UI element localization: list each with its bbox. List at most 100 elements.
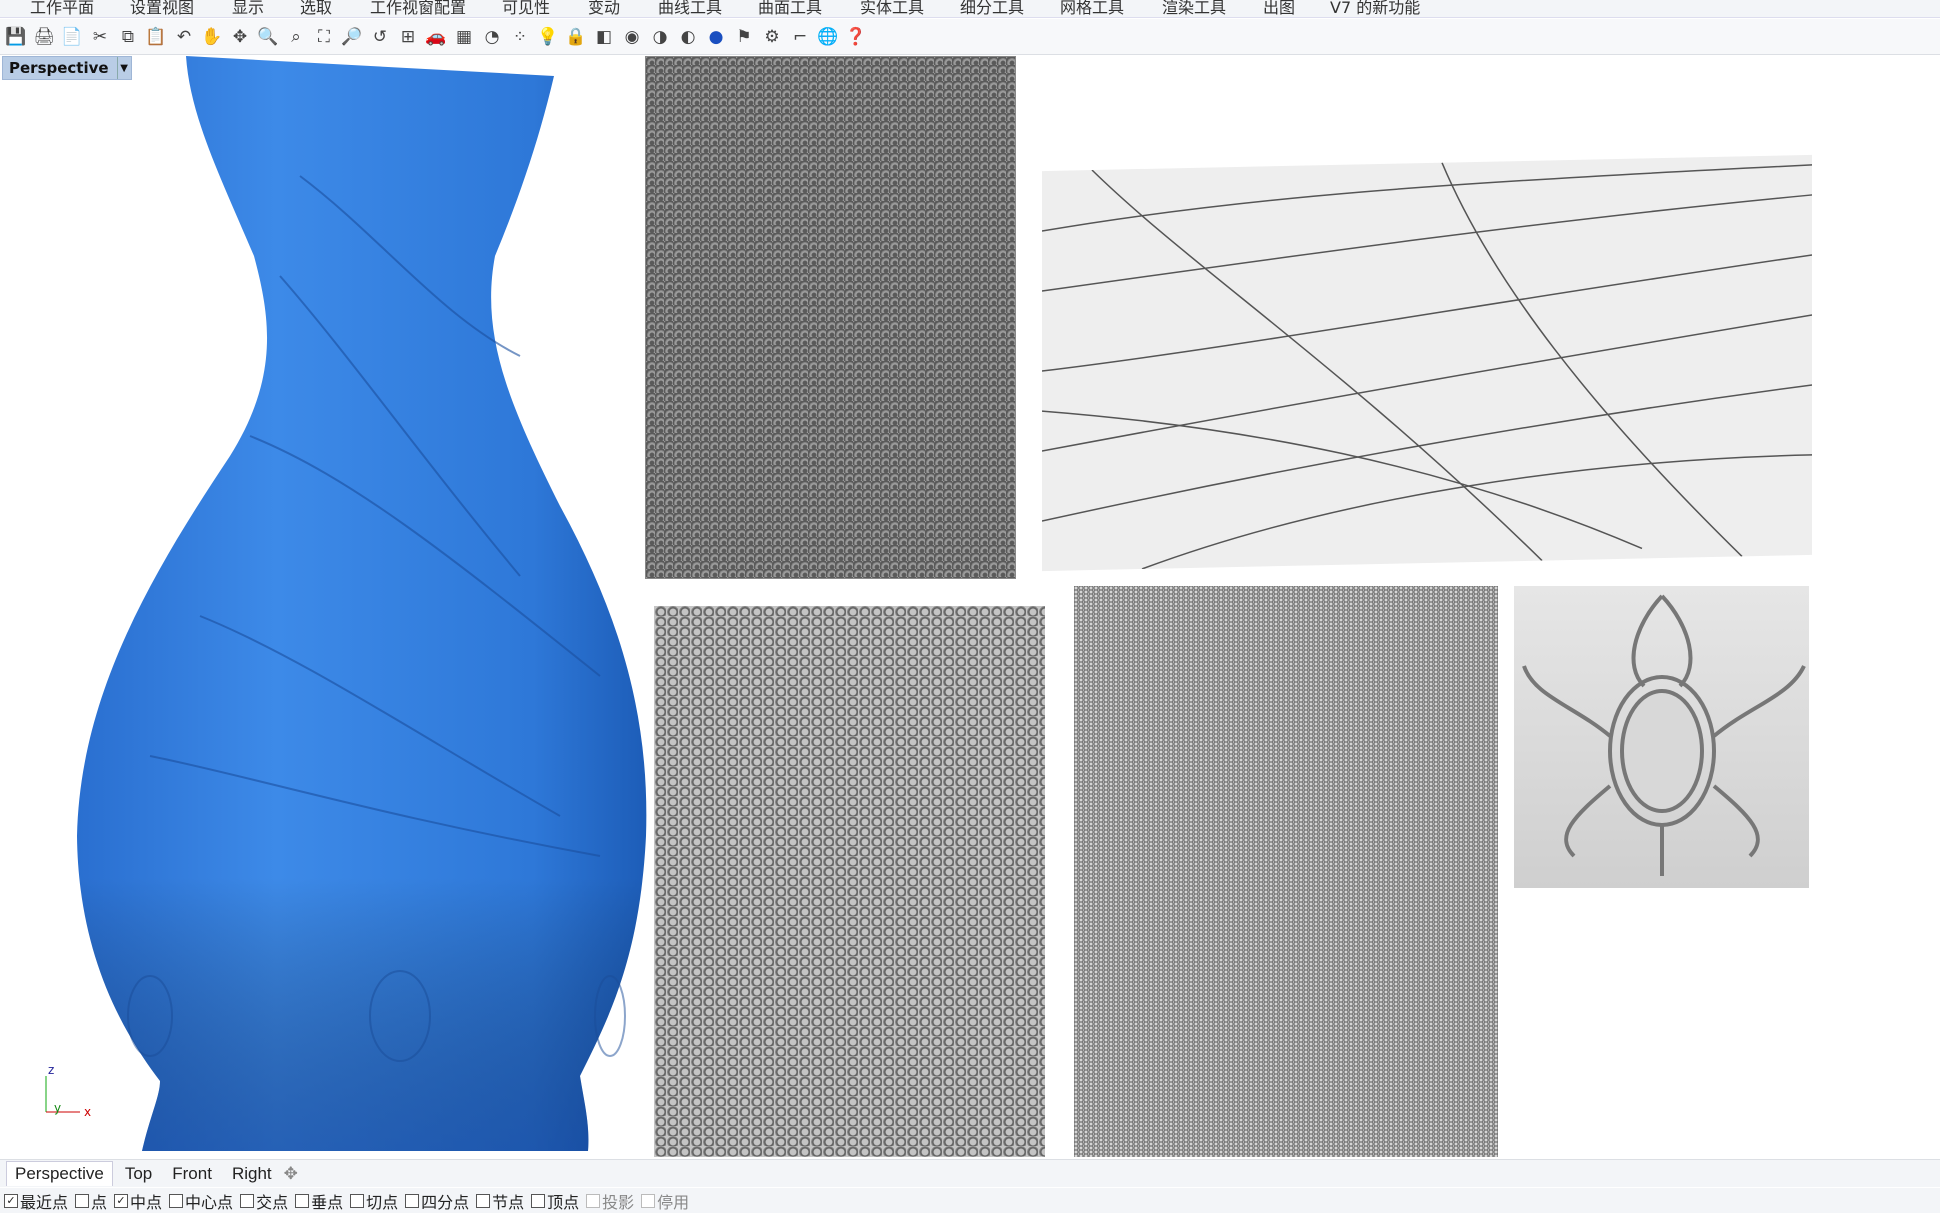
checkbox[interactable] (169, 1193, 184, 1208)
gear-icon[interactable]: ⚙ (760, 25, 784, 49)
globe-icon[interactable]: 🌐 (816, 25, 840, 49)
checkbox[interactable] (240, 1193, 255, 1208)
menu-item[interactable]: 设置视图 (130, 0, 194, 17)
axis-y-label: y (54, 1101, 61, 1115)
undo-view-icon[interactable]: ↺ (368, 25, 392, 49)
osnap-label: 停用 (657, 1192, 690, 1212)
osnap-0[interactable]: ✓ 最近点 (4, 1189, 68, 1213)
tab-front[interactable]: Front (164, 1162, 220, 1186)
menu-item[interactable]: 工作视窗配置 (370, 0, 466, 17)
checkbox[interactable] (586, 1193, 601, 1208)
osnap-label: 投影 (602, 1192, 635, 1212)
menu-item[interactable]: 工作平面 (30, 0, 94, 17)
osnap-7[interactable]: 四分点 (405, 1189, 469, 1213)
circle-icon[interactable]: ◔ (480, 25, 504, 49)
osnap-label: 垂点 (311, 1192, 344, 1212)
menu-item[interactable]: 显示 (232, 0, 264, 17)
dimension-icon[interactable]: ⌐ (788, 25, 812, 49)
tab-top[interactable]: Top (117, 1162, 160, 1186)
car-icon[interactable]: 🚗 (424, 25, 448, 49)
osnap-6[interactable]: 切点 (350, 1189, 398, 1213)
copy-icon[interactable]: ⧉ (116, 25, 140, 49)
osnap-9[interactable]: 顶点 (531, 1189, 579, 1213)
menu-item[interactable]: 出图 (1263, 0, 1295, 17)
flag-icon[interactable]: ⚑ (732, 25, 756, 49)
new-icon[interactable]: 📄 (60, 25, 84, 49)
osnap-label: 四分点 (421, 1192, 470, 1212)
help-icon[interactable]: ❓ (844, 25, 868, 49)
viewport-label-text: Perspective (9, 59, 109, 77)
menu-bar: 工作平面 设置视图 显示 选取 工作视窗配置 可见性 变动 曲线工具 曲面工具 实体工具 细分工具 网… (0, 0, 1940, 18)
osnap-10[interactable]: 投影 (586, 1189, 634, 1213)
osnap-4[interactable]: 交点 (240, 1189, 288, 1213)
osnap-11[interactable]: 停用 (641, 1189, 689, 1213)
menu-item[interactable]: 渲染工具 (1162, 0, 1226, 17)
osnap-bar: ✓ 最近点点 ✓ 中点 中心点 交点 垂点 切点 四分点 节点 顶点 投影 停用 (0, 1188, 1940, 1213)
menu-item[interactable]: 细分工具 (960, 0, 1024, 17)
menu-item[interactable]: 曲线工具 (658, 0, 722, 17)
checkbox[interactable] (405, 1193, 420, 1208)
menu-item[interactable]: 选取 (300, 0, 332, 17)
toolbar: 💾 🖨 📄 ✂ ⧉ 📋 ↶ ✋ ✥ 🔍 ⌕ ⛶ 🔎 ↺ ⊞ 🚗 ▦ ◔ ⁘ 💡 🔒 ◧ ◉ ◑ ◐ ● ⚑ ⚙ ⌐ 🌐 ❓ (0, 19, 1940, 55)
texture-pebble (645, 56, 1016, 579)
zoom-extents-icon[interactable]: ⛶ (312, 25, 336, 49)
osnap-label: 点 (91, 1192, 108, 1212)
osnap-label: 节点 (492, 1192, 525, 1212)
osnap-label: 中点 (130, 1192, 163, 1212)
texture-scales (654, 606, 1045, 1157)
paste-icon[interactable]: 📋 (144, 25, 168, 49)
lock-icon[interactable]: 🔒 (564, 25, 588, 49)
checkbox[interactable] (476, 1193, 491, 1208)
undo-icon[interactable]: ↶ (172, 25, 196, 49)
menu-item[interactable]: 曲面工具 (758, 0, 822, 17)
points-icon[interactable]: ⁘ (508, 25, 532, 49)
shade-icon[interactable]: ◑ (648, 25, 672, 49)
texture-ornament (1514, 586, 1809, 888)
texture-granite (1074, 586, 1498, 1157)
tab-perspective[interactable]: Perspective (6, 1161, 113, 1186)
menu-item[interactable]: 变动 (588, 0, 620, 17)
save-icon[interactable]: 💾 (4, 25, 28, 49)
vase-model (77, 56, 647, 1151)
cut-icon[interactable]: ✂ (88, 25, 112, 49)
rendered-icon[interactable]: ◐ (676, 25, 700, 49)
checkbox[interactable] (295, 1193, 310, 1208)
zoom-window-icon[interactable]: ⌕ (284, 25, 308, 49)
viewport-tabs: Perspective Top Front Right ✥ (0, 1159, 1940, 1187)
osnap-3[interactable]: 中心点 (169, 1189, 233, 1213)
menu-item[interactable]: V7 的新功能 (1330, 0, 1420, 17)
rotate-view-icon[interactable]: ✥ (228, 25, 252, 49)
layer-icon[interactable]: ◧ (592, 25, 616, 49)
osnap-label: 中心点 (185, 1192, 234, 1212)
menu-item[interactable]: 实体工具 (860, 0, 924, 17)
menu-item[interactable]: 可见性 (502, 0, 550, 17)
viewport-label[interactable]: Perspective ▼ (2, 56, 132, 80)
checkbox[interactable] (531, 1193, 546, 1208)
add-viewport-icon[interactable]: ✥ (284, 1164, 298, 1184)
chevron-down-icon[interactable]: ▼ (116, 57, 131, 79)
tab-right[interactable]: Right (224, 1162, 280, 1186)
osnap-8[interactable]: 节点 (476, 1189, 524, 1213)
print-icon[interactable]: 🖨 (32, 25, 56, 49)
osnap-2[interactable]: ✓ 中点 (114, 1189, 162, 1213)
osnap-1[interactable]: 点 (75, 1189, 107, 1213)
osnap-5[interactable]: 垂点 (295, 1189, 343, 1213)
sphere-icon[interactable]: ● (704, 25, 728, 49)
pan-icon[interactable]: ✋ (200, 25, 224, 49)
grid-icon[interactable]: ▦ (452, 25, 476, 49)
checkbox[interactable] (75, 1193, 90, 1208)
viewport-layout-icon[interactable]: ⊞ (396, 25, 420, 49)
osnap-label: 切点 (366, 1192, 399, 1212)
menu-item[interactable]: 网格工具 (1060, 0, 1124, 17)
color-wheel-icon[interactable]: ◉ (620, 25, 644, 49)
light-icon[interactable]: 💡 (536, 25, 560, 49)
checkbox[interactable]: ✓ (4, 1193, 18, 1208)
zoom-selected-icon[interactable]: 🔎 (340, 25, 364, 49)
checkbox[interactable] (641, 1193, 656, 1208)
checkbox[interactable]: ✓ (114, 1193, 129, 1208)
checkbox[interactable] (350, 1193, 365, 1208)
perspective-viewport[interactable]: Perspective ▼ z y x (0, 56, 1940, 1158)
axis-indicator: z y x (45, 1066, 91, 1116)
zoom-icon[interactable]: 🔍 (256, 25, 280, 49)
osnap-label: 顶点 (547, 1192, 580, 1212)
